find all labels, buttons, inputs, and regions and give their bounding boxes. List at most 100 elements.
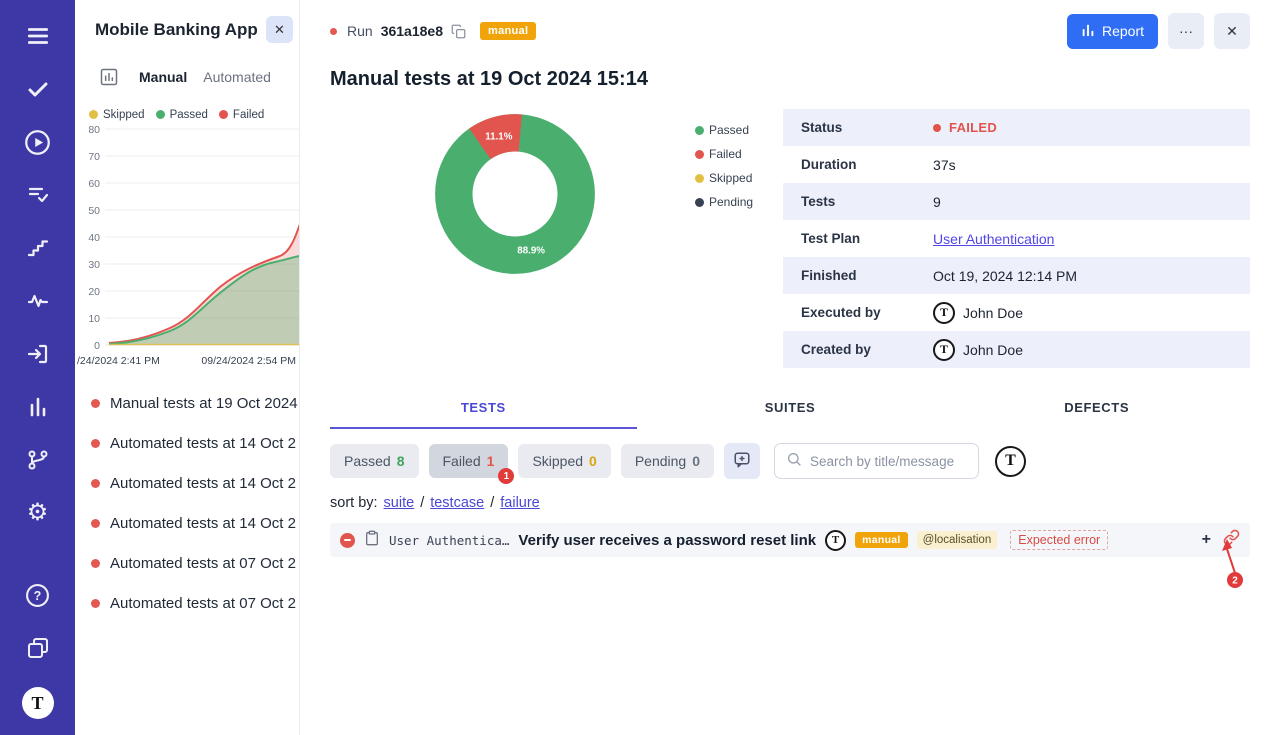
search-icon [786,451,802,472]
tab-defects[interactable]: DEFECTS [943,400,1250,429]
svg-text:20: 20 [88,286,100,298]
assignee-filter-avatar[interactable]: T [995,446,1026,477]
tab-tests[interactable]: TESTS [330,400,637,429]
page-title: Manual tests at 19 Oct 2024 15:14 [330,68,1250,91]
test-plan-link[interactable]: User Authentication [933,231,1054,247]
branches-icon[interactable] [24,446,52,474]
chart-toggle-icon[interactable] [95,63,123,91]
info-row-created-by: Created by TJohn Doe [783,331,1250,368]
add-icon[interactable]: + [1202,532,1211,548]
run-info-table: Status FAILED Duration 37s Tests 9 Test … [783,109,1250,368]
sort-by-testcase-link[interactable]: testcase [430,495,484,511]
run-list-item[interactable]: Automated tests at 14 Oct 2 [75,463,299,503]
svg-text:2: 2 [1232,576,1238,587]
report-button[interactable]: Report [1067,14,1158,49]
pulse-icon[interactable] [24,287,52,315]
suite-name[interactable]: User Authentica… [389,533,509,548]
sort-by-failure-link[interactable]: failure [500,495,540,511]
run-list-item[interactable]: Automated tests at 14 Oct 2 [75,423,299,463]
run-label: Run [347,23,373,39]
donut-legend-passed: Passed [695,123,753,137]
legend-item-passed: Passed [156,109,208,121]
settings-gear-icon[interactable]: ⚙ [24,499,52,527]
filter-bar: Passed8 Failed1 1 Skipped0 Pending0 [330,443,1250,479]
clipboard-icon [364,530,380,551]
row-actions: + 2 [1202,529,1240,551]
tab-suites[interactable]: SUITES [637,400,944,429]
analytics-icon[interactable] [24,393,52,421]
sort-label: sort by: [330,495,378,511]
trend-x-axis: /24/2024 2:41 PM 09/24/2024 2:54 PM [75,355,299,367]
project-panel-header: Mobile Banking App ✕ [75,0,299,51]
donut-legend: Passed Failed Skipped Pending [695,123,753,209]
project-panel: Mobile Banking App ✕ Manual Automated Sk… [75,0,300,735]
donut-legend-pending: Pending [695,195,753,209]
error-message-label[interactable]: Expected error [1010,530,1108,550]
legend-item-skipped: Skipped [89,109,145,121]
results-donut-chart: 11.1% 88.9% [430,109,600,284]
failed-status-icon [340,533,355,548]
run-list-item[interactable]: Manual tests at 19 Oct 2024 [75,383,299,423]
result-section-tabs: TESTS SUITES DEFECTS [330,400,1250,429]
svg-text:?: ? [34,589,42,603]
project-title: Mobile Banking App [95,20,258,40]
steps-icon[interactable] [24,234,52,262]
svg-text:88.9%: 88.9% [517,246,545,257]
import-icon[interactable] [24,340,52,368]
svg-text:30: 30 [88,259,100,271]
search-box [774,443,979,479]
run-list-item[interactable]: Automated tests at 07 Oct 2 [75,543,299,583]
help-icon[interactable]: ? [24,581,52,609]
sort-bar: sort by: suite / testcase / failure [330,495,1250,511]
run-list-item[interactable]: Automated tests at 07 Oct 2 [75,583,299,623]
copy-run-id-icon[interactable] [451,24,466,39]
svg-text:10: 10 [88,313,100,325]
test-tag[interactable]: @localisation [917,531,998,549]
run-status-dot [330,28,337,35]
info-row-test-plan: Test Plan User Authentication [783,220,1250,257]
tab-manual[interactable]: Manual [139,69,187,85]
run-list-item[interactable]: Automated tests at 14 Oct 2 [75,503,299,543]
link-icon[interactable] [1223,529,1240,551]
sidebar-bottom: ? T [22,581,54,719]
more-options-button[interactable]: ··· [1168,13,1204,49]
svg-text:11.1%: 11.1% [485,132,512,143]
run-id: 361a18e8 [381,23,443,39]
avatar: T [933,302,955,324]
tab-automated[interactable]: Automated [203,69,271,85]
svg-text:80: 80 [88,124,100,136]
legend-item-failed: Failed [219,109,264,121]
sidebar: ⚙ ? T [0,0,75,735]
close-run-button[interactable]: ✕ [1214,13,1250,49]
failed-test-row[interactable]: User Authentica… Verify user receives a … [330,523,1250,557]
annotation-badge-1: 1 [498,468,514,484]
info-row-executed-by: Executed by TJohn Doe [783,294,1250,331]
sort-by-suite-link[interactable]: suite [384,495,415,511]
comments-filter-button[interactable] [724,443,760,479]
test-plans-icon[interactable] [24,181,52,209]
failed-dot [933,124,941,132]
runs-play-icon[interactable] [24,128,52,156]
tests-check-icon[interactable] [24,75,52,103]
project-close-button[interactable]: ✕ [266,16,293,43]
info-row-tests: Tests 9 [783,183,1250,220]
avatar: T [933,339,955,361]
projects-icon[interactable] [24,634,52,662]
menu-icon[interactable] [24,22,52,50]
filter-passed-button[interactable]: Passed8 [330,444,419,478]
test-title[interactable]: Verify user receives a password reset li… [518,532,816,549]
status-value: FAILED [949,120,997,135]
filter-pending-button[interactable]: Pending0 [621,444,714,478]
svg-text:60: 60 [88,178,100,190]
filter-skipped-button[interactable]: Skipped0 [518,444,610,478]
app-logo[interactable]: T [22,687,54,719]
info-row-finished: Finished Oct 19, 2024 12:14 PM [783,257,1250,294]
main-content: Run 361a18e8 manual Report ··· ✕ Manual … [300,0,1280,735]
filter-failed-button[interactable]: Failed1 1 [429,444,509,478]
search-input[interactable] [810,454,967,469]
donut-legend-failed: Failed [695,147,753,161]
app: ⚙ ? T Mobile Banking App ✕ Manual Automa… [0,0,1280,735]
info-row-status: Status FAILED [783,109,1250,146]
x-tick-start: /24/2024 2:41 PM [77,355,160,367]
svg-text:40: 40 [88,232,100,244]
